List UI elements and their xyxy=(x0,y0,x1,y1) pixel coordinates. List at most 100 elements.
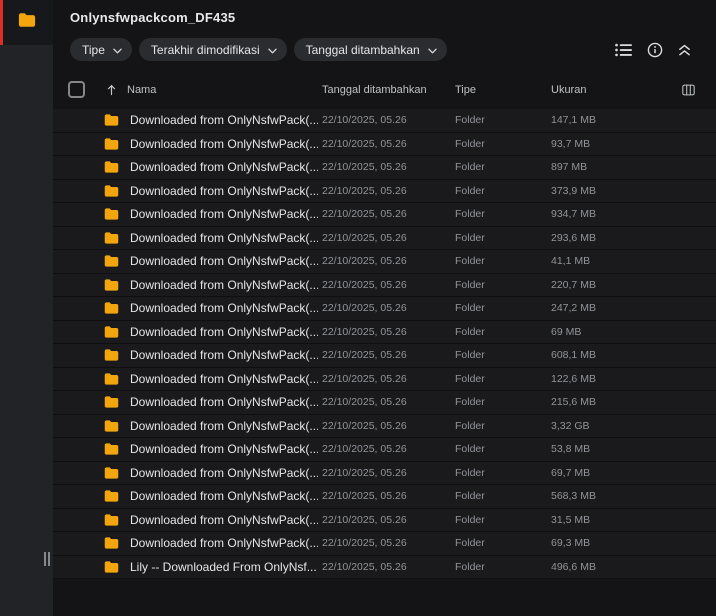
collapse-icon[interactable] xyxy=(678,43,691,57)
file-row[interactable]: Downloaded from OnlyNsfwPack(... 22/10/2… xyxy=(53,485,716,509)
filter-chip-date-added[interactable]: Tanggal ditambahkan xyxy=(293,38,447,61)
file-size: 934,7 MB xyxy=(551,208,596,221)
column-header-name[interactable]: Nama xyxy=(127,84,156,96)
file-size: 215,6 MB xyxy=(551,396,596,409)
file-date-added: 22/10/2025, 05.26 xyxy=(322,184,407,197)
file-row[interactable]: Downloaded from OnlyNsfwPack(... 22/10/2… xyxy=(53,438,716,462)
file-type: Folder xyxy=(455,537,485,550)
folder-icon xyxy=(104,231,119,244)
file-type: Folder xyxy=(455,184,485,197)
file-row[interactable]: Downloaded from OnlyNsfwPack(... 22/10/2… xyxy=(53,156,716,180)
file-row[interactable]: Downloaded from OnlyNsfwPack(... 22/10/2… xyxy=(53,179,716,203)
file-type: Folder xyxy=(455,161,485,174)
file-size: 31,5 MB xyxy=(551,513,591,526)
file-row[interactable]: Downloaded from OnlyNsfwPack(... 22/10/2… xyxy=(53,203,716,227)
file-type: Folder xyxy=(455,208,485,221)
file-type: Folder xyxy=(455,231,485,244)
list-view-icon[interactable] xyxy=(615,43,632,57)
file-row[interactable]: Downloaded from OnlyNsfwPack(... 22/10/2… xyxy=(53,273,716,297)
file-type: Folder xyxy=(455,560,485,573)
folder-icon xyxy=(104,537,119,550)
column-view-icon[interactable] xyxy=(682,84,695,96)
file-date-added: 22/10/2025, 05.26 xyxy=(322,208,407,221)
file-row[interactable]: Downloaded from OnlyNsfwPack(... 22/10/2… xyxy=(53,226,716,250)
column-header-type[interactable]: Tipe xyxy=(455,84,476,96)
file-list: Downloaded from OnlyNsfwPack(... 22/10/2… xyxy=(53,109,716,579)
folder-icon xyxy=(104,466,119,479)
filter-chip-type[interactable]: Tipe xyxy=(70,38,132,61)
folder-icon xyxy=(104,325,119,338)
file-row[interactable]: Downloaded from OnlyNsfwPack(... 22/10/2… xyxy=(53,344,716,368)
file-date-added: 22/10/2025, 05.26 xyxy=(322,255,407,268)
info-icon[interactable] xyxy=(647,42,663,58)
file-date-added: 22/10/2025, 05.26 xyxy=(322,278,407,291)
file-name: Downloaded from OnlyNsfwPack(... xyxy=(130,277,318,292)
file-size: 247,2 MB xyxy=(551,302,596,315)
file-size: 122,6 MB xyxy=(551,372,596,385)
folder-icon xyxy=(104,419,119,432)
file-size: 69,3 MB xyxy=(551,537,591,550)
file-size: 53,8 MB xyxy=(551,443,591,456)
file-date-added: 22/10/2025, 05.26 xyxy=(322,114,407,127)
sidebar xyxy=(0,0,53,616)
folder-icon xyxy=(104,302,119,315)
file-row[interactable]: Downloaded from OnlyNsfwPack(... 22/10/2… xyxy=(53,414,716,438)
file-type: Folder xyxy=(455,396,485,409)
file-row[interactable]: Downloaded from OnlyNsfwPack(... 22/10/2… xyxy=(53,461,716,485)
file-size: 147,1 MB xyxy=(551,114,596,127)
sidebar-item-active-folder[interactable] xyxy=(0,0,53,45)
sidebar-resize-handle[interactable] xyxy=(44,552,50,566)
file-name: Downloaded from OnlyNsfwPack(... xyxy=(130,136,318,151)
file-size: 69,7 MB xyxy=(551,466,591,479)
file-type: Folder xyxy=(455,372,485,385)
file-type: Folder xyxy=(455,278,485,291)
sort-arrow-up-icon[interactable] xyxy=(107,84,116,96)
file-size: 69 MB xyxy=(551,325,582,338)
file-name: Downloaded from OnlyNsfwPack(... xyxy=(130,207,318,222)
filter-chip-last-modified[interactable]: Terakhir dimodifikasi xyxy=(138,38,287,61)
file-size: 608,1 MB xyxy=(551,349,596,362)
file-type: Folder xyxy=(455,490,485,503)
page-title: Onlynsfwpackcom_DF435 xyxy=(70,10,236,25)
file-type: Folder xyxy=(455,349,485,362)
file-date-added: 22/10/2025, 05.26 xyxy=(322,560,407,573)
file-date-added: 22/10/2025, 05.26 xyxy=(322,137,407,150)
file-type: Folder xyxy=(455,466,485,479)
file-date-added: 22/10/2025, 05.26 xyxy=(322,466,407,479)
select-all-checkbox[interactable] xyxy=(68,81,85,98)
column-header-date-added[interactable]: Tanggal ditambahkan xyxy=(322,84,427,96)
file-row[interactable]: Lily -- Downloaded From OnlyNsf... 22/10… xyxy=(53,555,716,579)
file-row[interactable]: Downloaded from OnlyNsfwPack(... 22/10/2… xyxy=(53,532,716,556)
file-row[interactable]: Downloaded from OnlyNsfwPack(... 22/10/2… xyxy=(53,367,716,391)
file-name: Downloaded from OnlyNsfwPack(... xyxy=(130,113,318,128)
folder-icon xyxy=(104,513,119,526)
file-row[interactable]: Downloaded from OnlyNsfwPack(... 22/10/2… xyxy=(53,297,716,321)
file-row[interactable]: Downloaded from OnlyNsfwPack(... 22/10/2… xyxy=(53,250,716,274)
file-row[interactable]: Downloaded from OnlyNsfwPack(... 22/10/2… xyxy=(53,132,716,156)
file-name: Downloaded from OnlyNsfwPack(... xyxy=(130,536,318,551)
file-row[interactable]: Downloaded from OnlyNsfwPack(... 22/10/2… xyxy=(53,508,716,532)
folder-icon xyxy=(104,490,119,503)
column-header-size[interactable]: Ukuran xyxy=(551,84,586,96)
folder-icon xyxy=(104,278,119,291)
file-name: Downloaded from OnlyNsfwPack(... xyxy=(130,301,318,316)
file-name: Downloaded from OnlyNsfwPack(... xyxy=(130,395,318,410)
file-type: Folder xyxy=(455,325,485,338)
folder-icon xyxy=(104,114,119,127)
file-type: Folder xyxy=(455,513,485,526)
file-name: Downloaded from OnlyNsfwPack(... xyxy=(130,442,318,457)
file-date-added: 22/10/2025, 05.26 xyxy=(322,396,407,409)
file-date-added: 22/10/2025, 05.26 xyxy=(322,161,407,174)
folder-icon xyxy=(104,443,119,456)
file-type: Folder xyxy=(455,255,485,268)
file-row[interactable]: Downloaded from OnlyNsfwPack(... 22/10/2… xyxy=(53,109,716,133)
folder-icon xyxy=(104,137,119,150)
file-size: 568,3 MB xyxy=(551,490,596,503)
filter-chip-label: Terakhir dimodifikasi xyxy=(150,42,260,57)
active-indicator xyxy=(0,0,3,45)
folder-icon xyxy=(104,396,119,409)
file-row[interactable]: Downloaded from OnlyNsfwPack(... 22/10/2… xyxy=(53,320,716,344)
file-name: Downloaded from OnlyNsfwPack(... xyxy=(130,512,318,527)
file-date-added: 22/10/2025, 05.26 xyxy=(322,372,407,385)
file-row[interactable]: Downloaded from OnlyNsfwPack(... 22/10/2… xyxy=(53,391,716,415)
